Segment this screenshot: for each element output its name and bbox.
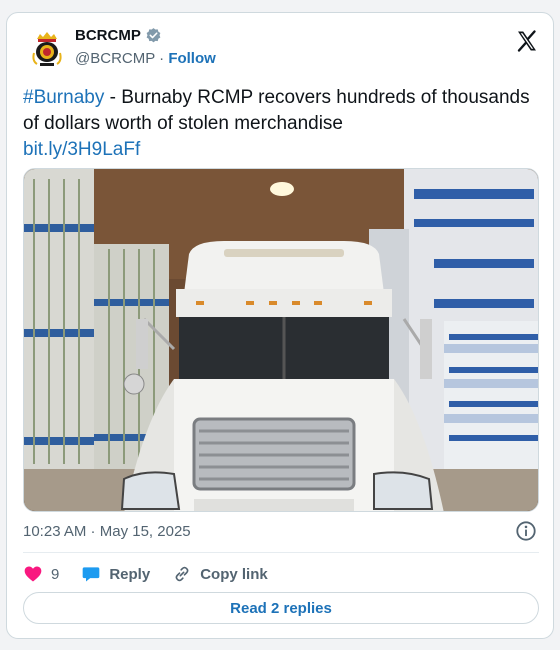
tweet-text: #Burnaby - Burnaby RCMP recovers hundred…: [23, 85, 539, 163]
verified-badge-icon: [146, 28, 161, 43]
warehouse-truck-photo: [24, 169, 538, 511]
action-bar: 9 Reply Copy link: [23, 562, 290, 586]
tweet-timestamp[interactable]: 10:23 AM · May 15, 2025: [23, 523, 191, 540]
info-icon[interactable]: [515, 520, 537, 542]
like-count: 9: [51, 565, 60, 583]
x-logo-icon[interactable]: [515, 29, 539, 53]
short-link[interactable]: bit.ly/3H9LaFf: [23, 139, 140, 160]
follow-link[interactable]: Follow: [168, 50, 216, 67]
divider: [23, 552, 539, 553]
reply-bubble-icon: [83, 567, 100, 582]
reply-button[interactable]: Reply: [81, 564, 150, 584]
like-button[interactable]: 9: [23, 564, 59, 584]
hashtag-link[interactable]: #Burnaby: [23, 87, 104, 108]
tweet-date: May 15, 2025: [99, 523, 191, 540]
author-handle-row: @BCRCMP · Follow: [75, 50, 216, 67]
heart-icon: [24, 566, 42, 582]
author-display-name[interactable]: BCRCMP: [75, 27, 141, 44]
tweet-photo[interactable]: [23, 168, 539, 512]
copy-link-button[interactable]: Copy link: [172, 564, 268, 584]
tweet-card: BCRCMP @BCRCMP · Follow #Burnaby - Burna…: [6, 12, 554, 639]
rcmp-crest-icon[interactable]: [23, 25, 71, 73]
handle-separator: ·: [154, 50, 169, 67]
link-icon: [175, 566, 189, 582]
meta-separator: ·: [86, 523, 100, 540]
read-replies-button[interactable]: Read 2 replies: [23, 592, 539, 624]
author-handle[interactable]: @BCRCMP: [75, 50, 155, 67]
tweet-time: 10:23 AM: [23, 523, 87, 540]
copy-link-label: Copy link: [200, 565, 268, 583]
author-name-row: BCRCMP: [75, 27, 162, 44]
reply-label: Reply: [109, 565, 151, 583]
tweet-header: BCRCMP @BCRCMP · Follow: [23, 25, 539, 73]
